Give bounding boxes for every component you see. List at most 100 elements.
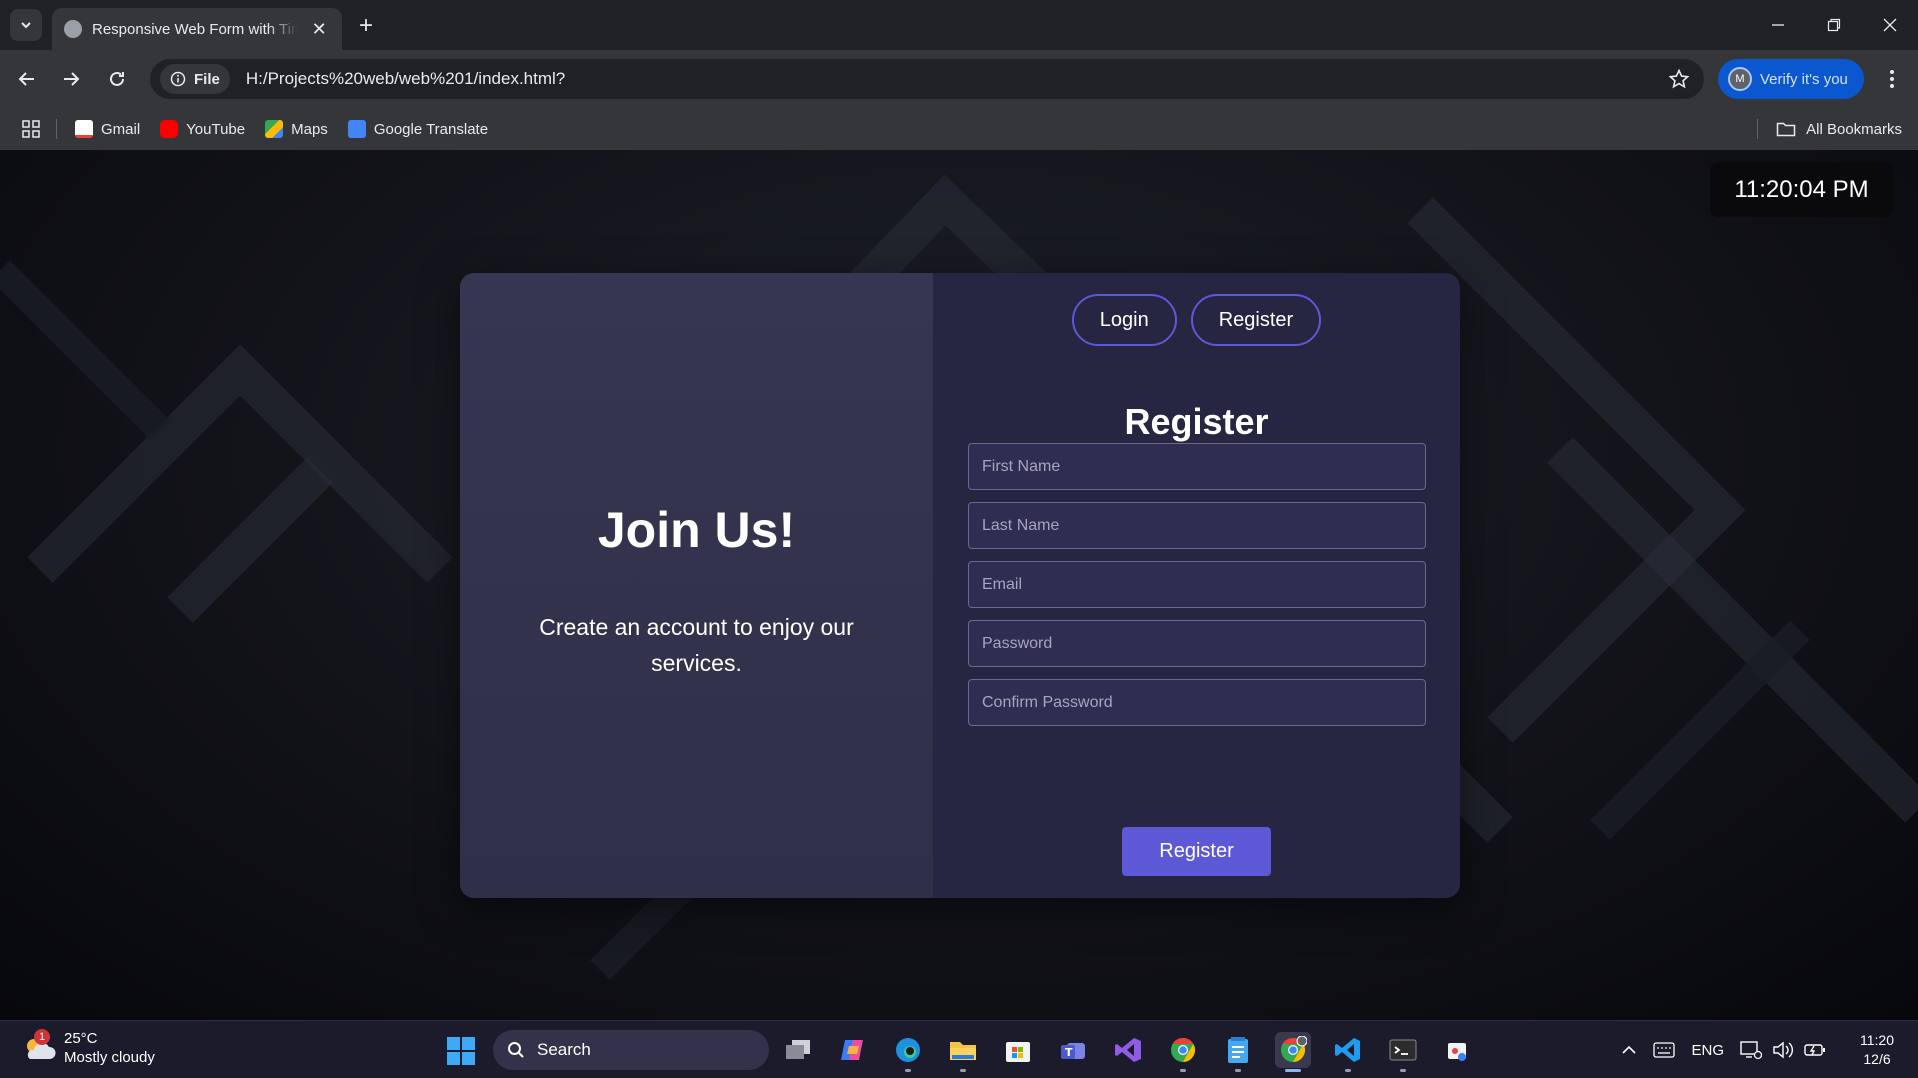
first-name-input[interactable] xyxy=(968,443,1426,490)
address-bar[interactable]: File H:/Projects%20web/web%201/index.htm… xyxy=(150,59,1704,99)
windows-logo-icon xyxy=(462,1052,475,1065)
taskbar-date: 12/6 xyxy=(1863,1051,1891,1067)
youtube-icon xyxy=(160,120,179,138)
welcome-text: Create an account to enjoy our services. xyxy=(539,613,854,676)
restore-button[interactable] xyxy=(1806,0,1862,50)
teams-icon: T xyxy=(1061,1043,1085,1059)
taskbar-clock[interactable]: 11:20 12/6 xyxy=(1842,1031,1912,1069)
reload-icon xyxy=(110,71,124,86)
file-explorer-button[interactable] xyxy=(945,1032,981,1072)
network-icon xyxy=(1740,1041,1762,1060)
teams-button[interactable]: T xyxy=(1055,1032,1091,1068)
email-input[interactable] xyxy=(968,561,1426,608)
weather-widget[interactable]: 1 25°C Mostly cloudy xyxy=(22,1029,155,1067)
task-view-icon xyxy=(786,1040,810,1059)
vscode-button[interactable] xyxy=(1330,1032,1366,1072)
running-indicator xyxy=(1235,1069,1241,1072)
close-icon xyxy=(1883,18,1897,32)
minimize-button[interactable] xyxy=(1750,0,1806,50)
snipping-tool-button[interactable] xyxy=(1440,1032,1476,1068)
running-indicator xyxy=(960,1069,966,1072)
language-indicator[interactable]: ENG xyxy=(1691,1042,1724,1059)
url-text[interactable]: H:/Projects%20web/web%201/index.html? xyxy=(246,69,565,89)
browser-menu-button[interactable] xyxy=(1880,64,1904,94)
running-indicator xyxy=(1400,1069,1406,1072)
chrome-profile-button[interactable] xyxy=(1275,1032,1311,1072)
arrow-right-icon xyxy=(64,72,80,86)
last-name-input[interactable] xyxy=(968,502,1426,549)
copilot-button[interactable] xyxy=(835,1032,871,1068)
globe-icon xyxy=(64,20,82,38)
chevron-up-icon xyxy=(1622,1045,1637,1054)
tab-close-button[interactable]: ✕ xyxy=(308,18,330,40)
edge-button[interactable] xyxy=(890,1032,926,1072)
battery-icon xyxy=(1804,1044,1825,1056)
taskbar-search[interactable]: Search xyxy=(493,1030,769,1070)
login-toggle-button[interactable]: Login xyxy=(1071,294,1177,346)
quick-settings-button[interactable] xyxy=(1740,1040,1826,1060)
forward-button[interactable] xyxy=(56,64,86,94)
page-viewport: 11:20:04 PM Join Us! Create an account t… xyxy=(0,150,1918,1020)
window-controls xyxy=(1750,0,1918,50)
system-tray: ENG 11:20 12/6 xyxy=(1621,1021,1918,1078)
new-tab-button[interactable]: + xyxy=(352,12,380,40)
bookmark-google-translate[interactable]: Google Translate xyxy=(347,120,488,138)
browser-tab[interactable]: Responsive Web Form with Tim ✕ xyxy=(52,8,342,50)
copilot-icon xyxy=(841,1040,863,1060)
welcome-title: Join Us! xyxy=(597,501,796,558)
bookmark-youtube[interactable]: YouTube xyxy=(160,120,245,138)
bookmark-label: Gmail xyxy=(101,120,141,138)
touch-keyboard-button[interactable] xyxy=(1653,1042,1676,1058)
all-bookmarks-button[interactable]: All Bookmarks xyxy=(1776,108,1902,150)
folder-icon xyxy=(950,1042,976,1060)
visual-studio-button[interactable] xyxy=(1110,1032,1146,1068)
running-indicator xyxy=(1285,1069,1301,1072)
all-bookmarks-label: All Bookmarks xyxy=(1806,120,1902,138)
info-icon xyxy=(170,71,186,87)
site-label: File xyxy=(194,70,220,88)
more-vertical-icon xyxy=(1890,70,1894,88)
gmail-icon xyxy=(75,120,93,138)
chrome-icon xyxy=(1281,1036,1307,1062)
form-title: Register xyxy=(1124,401,1269,442)
tray-overflow-button[interactable] xyxy=(1621,1044,1637,1056)
running-indicator xyxy=(1345,1069,1351,1072)
bookmark-star-button[interactable] xyxy=(1668,68,1690,95)
restore-icon xyxy=(1827,18,1841,32)
arrow-left-icon xyxy=(18,72,34,86)
start-button[interactable] xyxy=(447,1037,475,1065)
back-button[interactable] xyxy=(12,64,42,94)
windows-logo-icon xyxy=(462,1037,475,1050)
windows-logo-icon xyxy=(447,1052,460,1065)
store-icon xyxy=(1006,1042,1030,1062)
confirm-password-input[interactable] xyxy=(968,679,1426,726)
vscode-icon xyxy=(1335,1038,1360,1062)
microsoft-store-button[interactable] xyxy=(1000,1032,1036,1068)
bookmark-gmail[interactable]: Gmail xyxy=(75,120,140,138)
avatar: M xyxy=(1728,67,1752,91)
register-toggle-button[interactable]: Register xyxy=(1190,294,1322,346)
chrome-button[interactable] xyxy=(1165,1032,1201,1072)
apps-button[interactable] xyxy=(20,118,42,140)
weather-badge: 1 xyxy=(34,1029,50,1045)
terminal-button[interactable] xyxy=(1385,1032,1421,1072)
reload-button[interactable] xyxy=(102,64,132,94)
verify-label: Verify it's you xyxy=(1760,70,1848,88)
password-input[interactable] xyxy=(968,620,1426,667)
taskbar-search-label: Search xyxy=(537,1040,591,1059)
cloud-sun-icon: 1 xyxy=(22,1029,56,1063)
site-info-chip[interactable]: File xyxy=(160,64,230,94)
notepad-button[interactable] xyxy=(1220,1032,1256,1072)
close-window-button[interactable] xyxy=(1862,0,1918,50)
task-view-button[interactable] xyxy=(780,1032,816,1068)
translate-icon xyxy=(347,120,366,138)
tab-search-button[interactable] xyxy=(10,9,42,41)
chevron-down-icon xyxy=(21,22,31,29)
bookmark-maps[interactable]: Maps xyxy=(265,120,328,138)
edge-icon xyxy=(896,1038,920,1062)
bookmarks-divider xyxy=(1757,119,1758,139)
register-submit-button[interactable]: Register xyxy=(1122,827,1271,876)
verify-profile-button[interactable]: M Verify it's you xyxy=(1718,59,1864,99)
windows-taskbar: 1 25°C Mostly cloudy Search T ENG 11:20 … xyxy=(0,1020,1918,1078)
weather-temp: 25°C xyxy=(64,1030,98,1047)
